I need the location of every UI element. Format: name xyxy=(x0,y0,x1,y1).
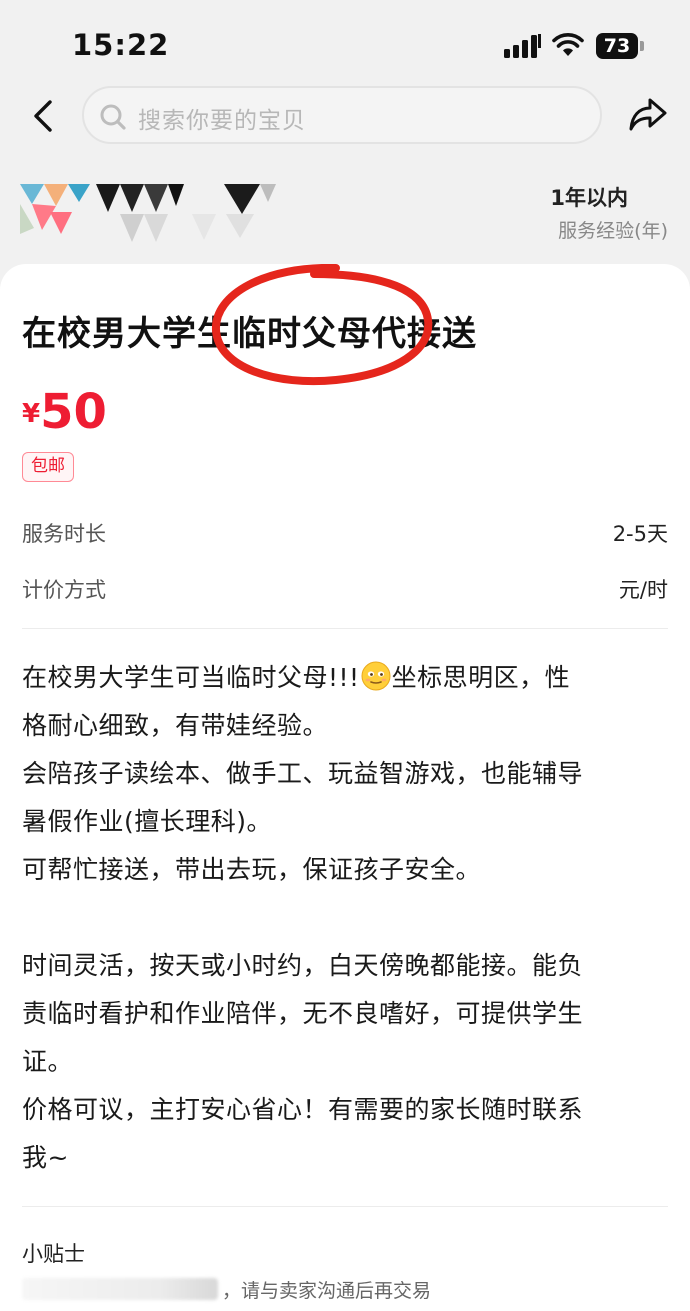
description-line: 可帮忙接送，带出去玩，保证孩子安全。 xyxy=(22,855,482,884)
description-line: 在校男大学生可当临时父母!!! 坐标思明区，性 xyxy=(22,661,571,692)
search-input[interactable]: 搜索你要的宝贝 xyxy=(82,86,602,144)
nav-bar: 搜索你要的宝贝 xyxy=(0,86,690,146)
smiling-face-emoji xyxy=(361,661,391,691)
status-time: 15:22 xyxy=(72,28,170,62)
red-circle-annotation xyxy=(211,264,433,386)
description-line: 证。 xyxy=(22,1047,74,1076)
battery-level: 73 xyxy=(596,33,638,59)
spec-label: 服务时长 xyxy=(22,522,106,546)
search-icon xyxy=(100,104,126,130)
battery-icon: 73 xyxy=(596,33,644,59)
experience-value: 1年以内 xyxy=(550,186,628,210)
experience-label: 服务经验(年) xyxy=(558,220,668,242)
description-blank-line xyxy=(22,894,668,942)
seller-info: 1年以内 服务经验(年) xyxy=(0,150,690,270)
free-shipping-badge: 包邮 xyxy=(22,452,74,482)
wifi-icon xyxy=(552,33,584,56)
product-detail-page: 15:22 73 搜索你要的宝贝 1年以内 服务经验(年) 在校男大学生临时父母… xyxy=(0,0,690,1311)
price-value: 50 xyxy=(40,384,107,440)
divider xyxy=(22,1206,668,1207)
description-line: 会陪孩子读绘本、做手工、玩益智游戏，也能辅导 xyxy=(22,759,584,788)
product-description: 在校男大学生可当临时父母!!! 坐标思明区，性 格耐心细致，有带娃经验。 会陪孩子… xyxy=(22,654,668,1182)
spec-row-pricing: 计价方式 元/时 xyxy=(22,574,668,604)
tips-text: ，请与卖家沟通后再交易 xyxy=(222,1280,432,1302)
description-line: 价格可议，主打安心省心！有需要的家长随时联系 xyxy=(22,1095,584,1124)
description-line: 暑假作业(擅长理科)。 xyxy=(22,807,273,836)
share-icon[interactable] xyxy=(626,94,670,134)
tips-redacted-text xyxy=(22,1278,218,1300)
description-line: 格耐心细致，有带娃经验。 xyxy=(22,711,329,740)
price: ¥50 xyxy=(22,384,107,440)
divider xyxy=(22,628,668,629)
spec-value: 元/时 xyxy=(618,578,668,602)
signal-icon xyxy=(504,34,541,58)
tips-title: 小贴士 xyxy=(22,1242,85,1266)
spec-label: 计价方式 xyxy=(22,578,106,602)
back-icon[interactable] xyxy=(28,96,60,136)
search-placeholder: 搜索你要的宝贝 xyxy=(138,108,306,134)
status-bar: 15:22 73 xyxy=(0,0,690,88)
spec-row-duration: 服务时长 2-5天 xyxy=(22,518,668,548)
product-card: 在校男大学生临时父母代接送 ¥50 包邮 服务时长 2-5天 计价方式 元/时 … xyxy=(0,264,690,1311)
seller-avatar-mosaic[interactable] xyxy=(20,184,280,250)
spec-value: 2-5天 xyxy=(612,522,668,546)
description-line: 我~ xyxy=(22,1143,69,1172)
price-currency: ¥ xyxy=(22,399,41,429)
description-line: 时间灵活，按天或小时约，白天傍晚都能接。能负 xyxy=(22,951,584,980)
description-line: 责临时看护和作业陪伴，无不良嗜好，可提供学生 xyxy=(22,999,584,1028)
